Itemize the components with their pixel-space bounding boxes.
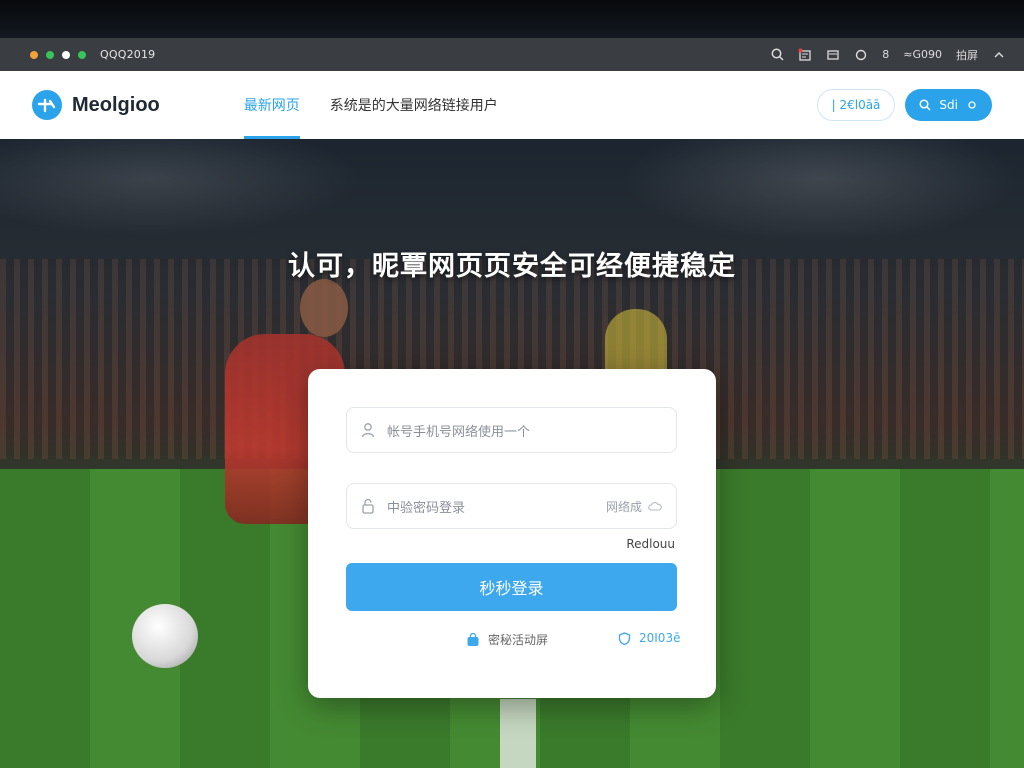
password-field[interactable]: 中验密码登录 网络成 (346, 483, 677, 529)
login-button[interactable]: 秒秒登录 (346, 563, 677, 611)
notification-icon[interactable] (798, 48, 812, 62)
hero-title: 认可，昵覃网页页安全可经便捷稳定 (288, 251, 736, 282)
player-head (300, 279, 348, 337)
football-ball (132, 604, 198, 668)
settings-icon (968, 101, 976, 109)
site-header: Meolgioo 最新网页 系统是的大量网络链接用户 | 2€l0āā Sdi (0, 71, 1024, 139)
window-dot-orange[interactable] (30, 50, 38, 59)
password-placeholder: 中验密码登录 (387, 500, 466, 516)
pitch-line (500, 699, 536, 768)
bag-icon (467, 632, 479, 646)
footer-left-link[interactable]: 密秘活动屏 (466, 631, 548, 648)
password-side-label: 网络成 (605, 499, 642, 514)
footer-left-label: 密秘活动屏 (488, 633, 549, 647)
titlebar-text-2: ≈G090 (903, 48, 942, 61)
username-field[interactable]: 帐号手机号网络使用一个 (346, 407, 677, 453)
search-button[interactable]: Sdi (905, 89, 992, 121)
footer-right-label: 20I03ē (639, 631, 681, 645)
cloud-icon (648, 501, 662, 511)
header-actions: | 2€l0āā Sdi (816, 89, 992, 121)
username-placeholder: 帐号手机号网络使用一个 (387, 424, 531, 440)
search-icon[interactable] (770, 48, 784, 62)
window-dot-green[interactable] (46, 50, 54, 59)
titlebar-tools: 8 ≈G090 拍屏 (770, 47, 1006, 63)
user-icon (361, 423, 375, 438)
window-dot-white[interactable] (62, 50, 70, 59)
shield-icon (618, 631, 631, 645)
titlebar-text-3[interactable]: 拍屏 (956, 47, 978, 63)
brand-name[interactable]: Meolgioo (72, 94, 160, 117)
window-titlebar: QQQ2019 8 ≈G090 拍屏 (0, 38, 1024, 71)
window-title: QQQ2019 (100, 48, 156, 61)
outline-action-button[interactable]: | 2€l0āā (816, 89, 896, 121)
search-button-label: Sdi (939, 98, 958, 112)
main-nav: 最新网页 系统是的大量网络链接用户 (243, 71, 528, 139)
login-card: 帐号手机号网络使用一个 中验密码登录 网络成 Redlouu 秒秒登录 密秘活动… (308, 369, 716, 698)
collapse-icon[interactable] (992, 48, 1006, 62)
nav-item-latest[interactable]: 最新网页 (243, 71, 300, 139)
password-side-action[interactable]: 网络成 (606, 498, 662, 515)
brand-logo-icon[interactable] (32, 90, 62, 120)
lock-icon (362, 498, 374, 514)
footer-right-link[interactable]: 20I03ē (618, 631, 680, 645)
titlebar-text-1: 8 (882, 48, 890, 61)
nav-item-system[interactable]: 系统是的大量网络链接用户 (330, 71, 498, 139)
forgot-link[interactable]: Redlouu (626, 537, 675, 551)
window-dot-green-2[interactable] (78, 50, 86, 59)
image-icon[interactable] (826, 48, 840, 62)
top-dark-strip (0, 0, 1024, 38)
refresh-icon[interactable] (854, 48, 868, 62)
search-icon (919, 99, 931, 111)
